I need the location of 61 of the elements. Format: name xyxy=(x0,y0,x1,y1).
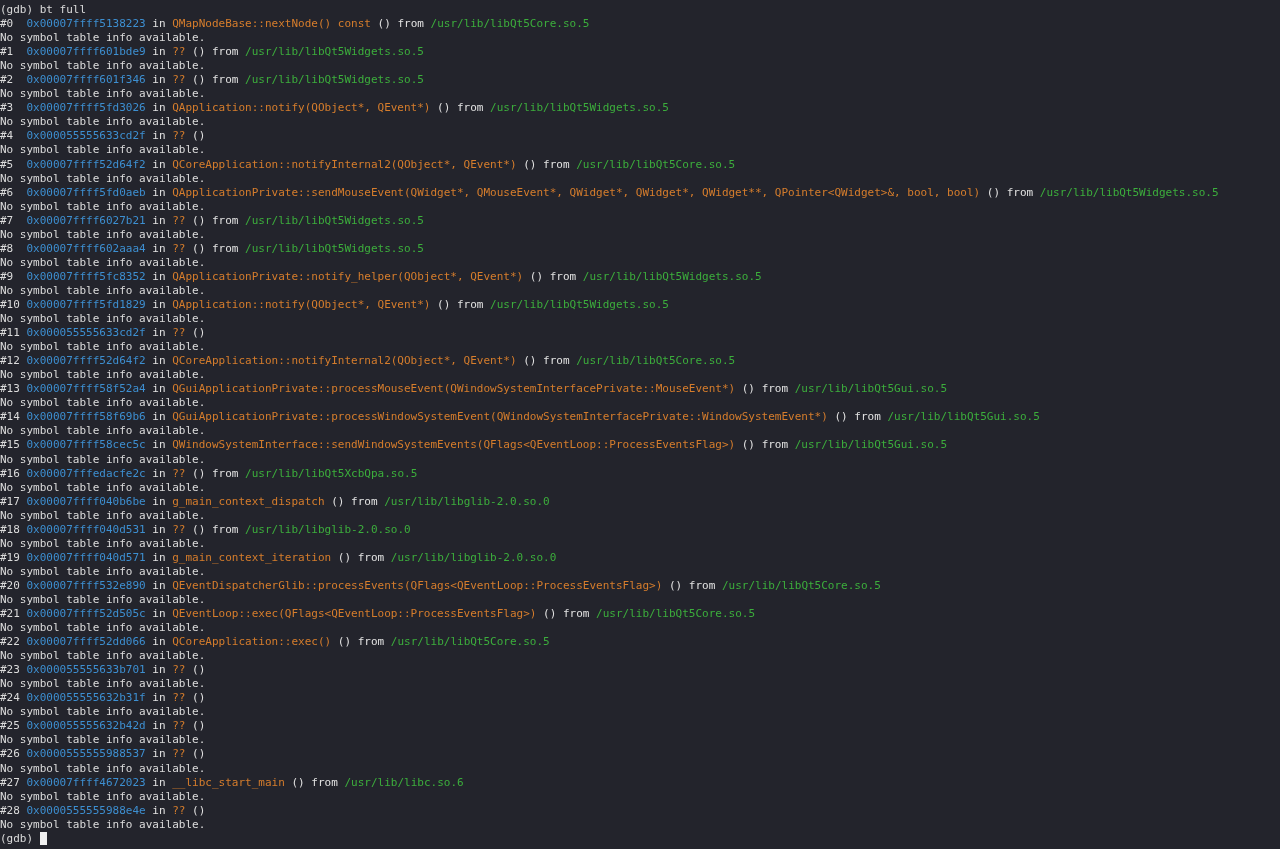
backtrace-frame-line: #21 0x00007ffff52d505c in QEventLoop::exec(QFlags<QEventLoop::ProcessEventsFlag>) () from /usr/lib/libQt5Core.so.5 xyxy=(0,607,756,622)
command-line: (gdb) bt full xyxy=(0,3,87,18)
symbol-info-line: No symbol table info available. xyxy=(0,817,206,832)
backtrace-frame-line: #8 0x00007ffff602aaa4 in ?? () from /usr/lib/libQt5Widgets.so.5 xyxy=(0,241,424,256)
backtrace-frame-line: #27 0x00007ffff4672023 in __libc_start_main () from /usr/lib/libc.so.6 xyxy=(0,775,464,790)
symbol-info-line: No symbol table info available. xyxy=(0,705,206,720)
backtrace-frame-line: #2 0x00007ffff601f346 in ?? () from /usr/lib/libQt5Widgets.so.5 xyxy=(0,73,424,88)
backtrace-frame-line: #14 0x00007ffff58f69b6 in QGuiApplicationPrivate::processWindowSystemEvent(QWindowSystemInterfacePrivate::WindowSystemEvent*) () from /usr/lib/libQt5Gui.so.5 xyxy=(0,410,1040,425)
backtrace-frame-line: #15 0x00007ffff58cec5c in QWindowSystemInterface::sendWindowSystemEvents(QFlags<QEventLoop::ProcessEventsFlag>) () from /usr/lib/libQt5Gui.so.5 xyxy=(0,438,948,453)
backtrace-frame-line: #17 0x00007ffff040b6be in g_main_context_dispatch () from /usr/lib/libglib-2.0.so.0 xyxy=(0,494,550,509)
backtrace-frame-line: #9 0x00007ffff5fc8352 in QApplicationPrivate::notify_helper(QObject*, QEvent*) () from /usr/lib/libQt5Widgets.so.5 xyxy=(0,269,762,284)
backtrace-frame-line: #19 0x00007ffff040d571 in g_main_context_iteration () from /usr/lib/libglib-2.0.so.0 xyxy=(0,550,557,565)
prompt: (gdb) xyxy=(0,831,34,846)
backtrace-frame-line: #1 0x00007ffff601bde9 in ?? () from /usr/lib/libQt5Widgets.so.5 xyxy=(0,45,424,60)
backtrace-frame-line: #24 0x000055555632b31f in ?? () xyxy=(0,691,206,706)
symbol-info-line: No symbol table info available. xyxy=(0,31,206,46)
symbol-info-line: No symbol table info available. xyxy=(0,649,206,664)
backtrace-frame-line: #28 0x0000555555988e4e in ?? () xyxy=(0,803,206,818)
backtrace-frame-line: #4 0x000055555633cd2f in ?? () xyxy=(0,129,206,144)
backtrace-frame-line: #3 0x00007ffff5fd3026 in QApplication::notify(QObject*, QEvent*) () from /usr/lib/libQt5Widgets.so.5 xyxy=(0,101,669,116)
backtrace-frame-line: #22 0x00007ffff52dd066 in QCoreApplication::exec() () from /usr/lib/libQt5Core.so.5 xyxy=(0,635,550,650)
symbol-info-line: No symbol table info available. xyxy=(0,368,206,383)
symbol-info-line: No symbol table info available. xyxy=(0,396,206,411)
symbol-info-line: No symbol table info available. xyxy=(0,143,206,158)
backtrace-frame-line: #20 0x00007ffff532e890 in QEventDispatcherGlib::processEvents(QFlags<QEventLoop::ProcessEventsFlag>) () from /usr/lib/libQt5Core.so.5 xyxy=(0,578,881,593)
backtrace-frame-line: #0 0x00007ffff5138223 in QMapNodeBase::nextNode() const () from /usr/lib/libQt5Core.so.5 xyxy=(0,17,590,32)
backtrace-frame-line: #12 0x00007ffff52d64f2 in QCoreApplication::notifyInternal2(QObject*, QEvent*) () from /usr/lib/libQt5Core.so.5 xyxy=(0,354,736,369)
symbol-info-line: No symbol table info available. xyxy=(0,199,206,214)
symbol-info-line: No symbol table info available. xyxy=(0,340,206,355)
symbol-info-line: No symbol table info available. xyxy=(0,508,206,523)
symbol-info-line: No symbol table info available. xyxy=(0,480,206,495)
symbol-info-line: No symbol table info available. xyxy=(0,789,206,804)
symbol-info-line: No symbol table info available. xyxy=(0,452,206,467)
symbol-info-line: No symbol table info available. xyxy=(0,564,206,579)
backtrace-frame-line: #13 0x00007ffff58f52a4 in QGuiApplicationPrivate::processMouseEvent(QWindowSystemInterfacePrivate::MouseEvent*) () from /usr/lib/libQt5Gui.so.5 xyxy=(0,382,948,397)
backtrace-frame-line: #23 0x000055555633b701 in ?? () xyxy=(0,663,206,678)
symbol-info-line: No symbol table info available. xyxy=(0,115,206,130)
symbol-info-line: No symbol table info available. xyxy=(0,621,206,636)
symbol-info-line: No symbol table info available. xyxy=(0,424,206,439)
symbol-info-line: No symbol table info available. xyxy=(0,733,206,748)
symbol-info-line: No symbol table info available. xyxy=(0,536,206,551)
symbol-info-line: No symbol table info available. xyxy=(0,677,206,692)
backtrace-frame-line: #6 0x00007ffff5fd0aeb in QApplicationPrivate::sendMouseEvent(QWidget*, QMouseEvent*, QWidget*, QWidget*, QWidget**, QPointer<QWidget>&, bool, bool) () from /usr/lib/libQt5Widgets.so.5 xyxy=(0,185,1219,200)
backtrace-frame-line: #16 0x00007fffedacfe2c in ?? () from /usr/lib/libQt5XcbQpa.so.5 xyxy=(0,466,418,481)
symbol-info-line: No symbol table info available. xyxy=(0,171,206,186)
symbol-info-line: No symbol table info available. xyxy=(0,761,206,776)
symbol-info-line: No symbol table info available. xyxy=(0,227,206,242)
backtrace-frame-line: #25 0x000055555632b42d in ?? () xyxy=(0,719,206,734)
backtrace-frame-line: #11 0x000055555633cd2f in ?? () xyxy=(0,326,206,341)
symbol-info-line: No symbol table info available. xyxy=(0,59,206,74)
backtrace-frame-line: #18 0x00007ffff040d531 in ?? () from /usr/lib/libglib-2.0.so.0 xyxy=(0,522,411,537)
backtrace-frame-line: #26 0x0000555555988537 in ?? () xyxy=(0,747,206,762)
symbol-info-line: No symbol table info available. xyxy=(0,283,206,298)
symbol-info-line: No symbol table info available. xyxy=(0,87,206,102)
backtrace-frame-line: #5 0x00007ffff52d64f2 in QCoreApplication::notifyInternal2(QObject*, QEvent*) () from /usr/lib/libQt5Core.so.5 xyxy=(0,157,736,172)
backtrace-frame-line: #7 0x00007ffff6027b21 in ?? () from /usr/lib/libQt5Widgets.so.5 xyxy=(0,213,424,228)
backtrace-frame-line: #10 0x00007ffff5fd1829 in QApplication::notify(QObject*, QEvent*) () from /usr/lib/libQt5Widgets.so.5 xyxy=(0,298,669,313)
symbol-info-line: No symbol table info available. xyxy=(0,255,206,270)
symbol-info-line: No symbol table info available. xyxy=(0,312,206,327)
text-cursor xyxy=(39,832,47,846)
symbol-info-line: No symbol table info available. xyxy=(0,592,206,607)
